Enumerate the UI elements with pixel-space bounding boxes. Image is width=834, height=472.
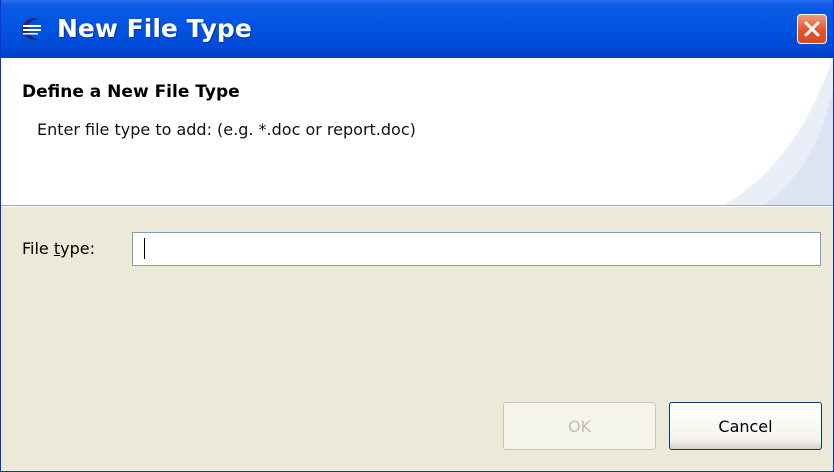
close-button[interactable] [797, 14, 827, 44]
separator-highlight [1, 206, 833, 207]
banner-title: Define a New File Type [22, 82, 240, 102]
ok-button[interactable]: OK [503, 402, 656, 450]
banner-decoration [723, 58, 833, 205]
banner-message: Enter file type to add: (e.g. *.doc or r… [37, 120, 416, 139]
dialog-banner: Define a New File Type Enter file type t… [1, 58, 833, 205]
new-file-type-dialog: New File Type Define a New File Type Ent… [0, 0, 834, 472]
cancel-button[interactable]: Cancel [669, 402, 822, 450]
file-type-label: File type: [22, 239, 95, 258]
eclipse-icon [20, 17, 50, 41]
title-bar[interactable]: New File Type [1, 0, 833, 58]
file-type-label-suffix: ype: [60, 239, 95, 258]
close-icon [804, 21, 820, 37]
text-cursor [144, 238, 145, 259]
window-title: New File Type [57, 14, 252, 43]
file-type-label-prefix: File [22, 239, 54, 258]
file-type-input[interactable] [132, 232, 821, 266]
